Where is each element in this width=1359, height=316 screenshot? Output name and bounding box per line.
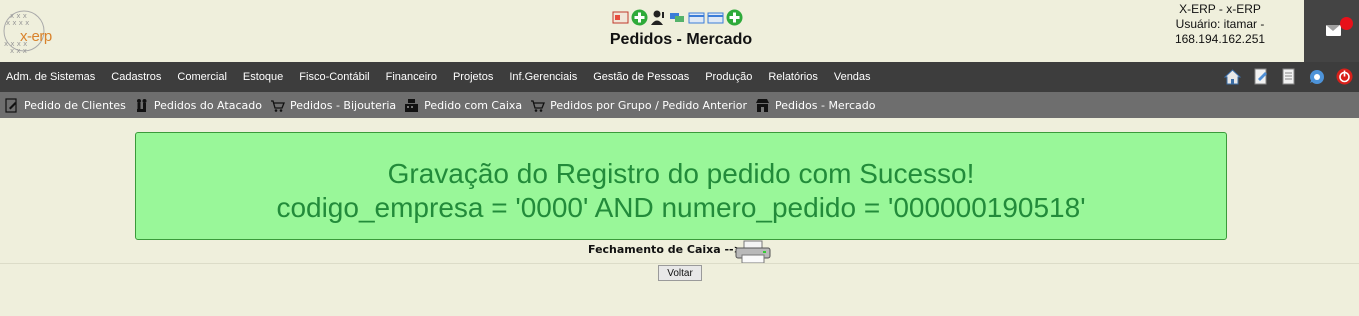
chat-icon[interactable] (1308, 68, 1325, 85)
cards-icon[interactable] (669, 9, 686, 26)
submenu-item-pedidos-mercado[interactable]: Pedidos - Mercado (755, 98, 875, 113)
success-message: Gravação do Registro do pedido com Suces… (135, 132, 1227, 240)
menu-right-icons (1224, 68, 1353, 85)
ip-address: 168.194.162.251 (1174, 32, 1266, 46)
submenu-item-pedidos-grupo[interactable]: Pedidos por Grupo / Pedido Anterior (530, 98, 747, 113)
register-icon (405, 98, 419, 112)
toolbar-icons (612, 7, 743, 27)
home-icon[interactable] (1224, 68, 1241, 85)
header: x x x x x x x x x x x x x x x-erp Pedido… (0, 0, 1359, 62)
divider (0, 263, 1359, 264)
sub-menu-items: Pedido de Clientes Pedidos do Atacado Pe… (4, 92, 883, 118)
system-name: X-ERP - x-ERP (1179, 2, 1261, 16)
logo[interactable]: x x x x x x x x x x x x x x x-erp (2, 8, 62, 55)
menu-items: Adm. de Sistemas Cadastros Comercial Est… (6, 62, 887, 92)
fechamento-caixa-label: Fechamento de Caixa --> (588, 243, 743, 256)
report-icon[interactable] (612, 9, 629, 26)
add-icon[interactable] (631, 9, 648, 26)
user-info: X-ERP - x-ERP Usuário: itamar - 168.194.… (1150, 2, 1290, 47)
svg-text:x x x x: x x x x (6, 19, 29, 27)
menu-item-cadastros[interactable]: Cadastros (111, 71, 161, 83)
success-message-detail: codigo_empresa = '0000' AND numero_pedid… (276, 192, 1086, 223)
page-title: Pedidos - Mercado (609, 31, 753, 48)
printer-icon[interactable] (734, 240, 772, 264)
users-icon[interactable] (650, 9, 667, 26)
submenu-item-pedidos-bijouteria[interactable]: Pedidos - Bijouteria (270, 98, 396, 113)
card-icon[interactable] (688, 9, 705, 26)
sub-menu: Pedido de Clientes Pedidos do Atacado Pe… (0, 92, 1359, 118)
edit-doc-icon (5, 97, 17, 113)
document-icon[interactable] (1280, 68, 1297, 85)
power-icon[interactable] (1336, 68, 1353, 85)
submenu-item-pedido-clientes[interactable]: Pedido de Clientes (4, 97, 126, 113)
menu-item-gestao-pessoas[interactable]: Gestão de Pessoas (593, 71, 689, 83)
menu-item-comercial[interactable]: Comercial (177, 71, 227, 83)
voltar-button[interactable]: Voltar (658, 265, 702, 281)
people-icon (136, 98, 147, 112)
menu-item-producao[interactable]: Produção (705, 71, 752, 83)
notification-badge (1340, 17, 1353, 30)
menu-item-vendas[interactable]: Vendas (834, 71, 871, 83)
add-icon[interactable] (726, 9, 743, 26)
user-name: Usuário: itamar - (1175, 17, 1265, 31)
menu-item-adm-sistemas[interactable]: Adm. de Sistemas (6, 71, 95, 83)
store-icon (755, 98, 769, 112)
document-edit-icon[interactable] (1252, 68, 1269, 85)
card-icon[interactable] (707, 9, 724, 26)
svg-text:x x x: x x x (10, 47, 27, 54)
menu-item-financeiro[interactable]: Financeiro (386, 71, 437, 83)
main-menu: Adm. de Sistemas Cadastros Comercial Est… (0, 62, 1359, 92)
menu-item-relatorios[interactable]: Relatórios (768, 71, 818, 83)
cart-icon (531, 99, 546, 112)
logo-text: x-erp (20, 28, 52, 45)
cart-icon (270, 99, 285, 112)
menu-item-estoque[interactable]: Estoque (243, 71, 283, 83)
mail-icon (1326, 25, 1341, 36)
notifications-button[interactable] (1304, 0, 1359, 62)
menu-item-projetos[interactable]: Projetos (453, 71, 493, 83)
success-message-title: Gravação do Registro do pedido com Suces… (387, 158, 975, 189)
menu-item-fisco-contabil[interactable]: Fisco-Contábil (299, 71, 369, 83)
submenu-item-pedido-caixa[interactable]: Pedido com Caixa (404, 98, 522, 113)
submenu-item-pedidos-atacado[interactable]: Pedidos do Atacado (134, 98, 262, 113)
menu-item-inf-gerenciais[interactable]: Inf.Gerenciais (509, 71, 577, 83)
